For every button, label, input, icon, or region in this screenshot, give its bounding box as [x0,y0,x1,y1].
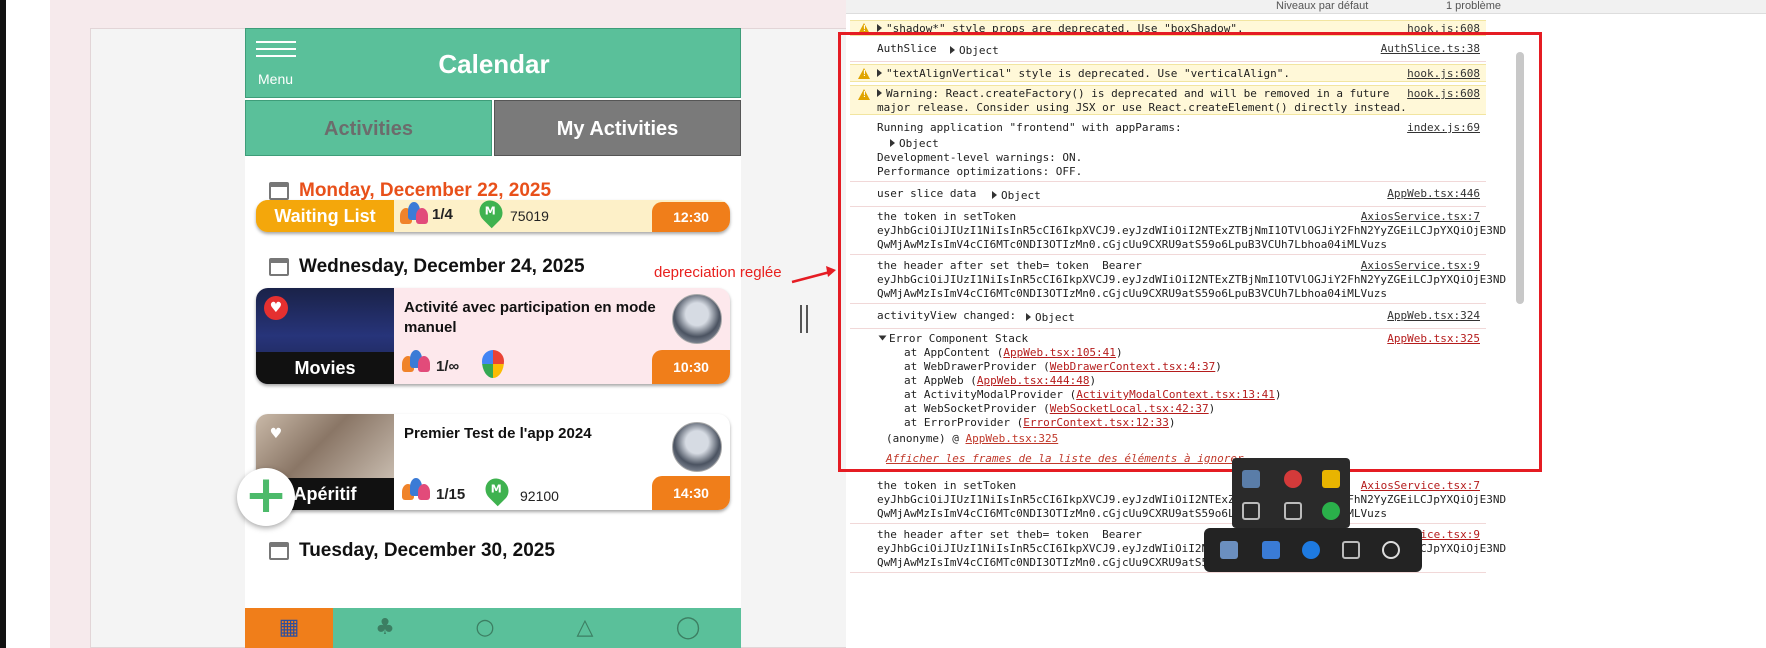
calendar-icon [269,258,289,276]
people-icon [402,478,430,502]
calendar-icon [269,182,289,200]
location-icon: M [474,200,508,229]
category-label: Movies [256,352,394,384]
calendar-icon [269,542,289,560]
annotation-arrow [791,266,836,284]
people-icon [402,350,430,374]
console-log[interactable]: the token in setToken eyJhbGciOiJIUzI1Ni… [850,478,1506,524]
time-badge: 10:30 [652,350,730,384]
sync-icon[interactable] [1284,470,1302,488]
time-badge: 14:30 [652,476,730,510]
date-heading: Monday, December 22, 2025 [299,180,552,201]
google-maps-icon [482,350,504,378]
window-edge [0,0,50,648]
panel-resize-handle[interactable] [800,305,808,333]
heart-icon[interactable]: ♥ [264,296,288,320]
monitor-icon[interactable] [1220,541,1238,559]
app-tray-icon[interactable] [1322,502,1340,520]
nav-notifications[interactable]: △ [535,608,635,648]
security-warning-icon[interactable] [1322,470,1340,488]
category-label: Waiting List [256,200,394,232]
tab-my-activities[interactable]: My Activities [494,100,741,156]
activity-tabs: Activities My Activities [245,100,741,156]
copy-icon[interactable] [1242,502,1260,520]
bottom-navigation: ▦ ♣ ○ △ ◯ [245,608,741,648]
participants-count: 1/∞ [436,358,460,375]
date-heading: Wednesday, December 24, 2025 [299,256,585,277]
annotation-label: depreciation reglée [654,264,782,281]
participants-count: 1/4 [432,206,453,223]
activity-card[interactable]: ♥ Apéritif Premier Test de l'app 2024 1/… [256,414,730,510]
nav-groups[interactable]: ♣ [335,608,435,648]
nav-search[interactable]: ○ [435,608,535,648]
participants-count: 1/15 [436,486,466,503]
activity-title: Premier Test de l'app 2024 [404,425,592,442]
avatar [672,294,722,344]
message-source-link[interactable]: AxiosService.tsx:7 [1361,479,1480,492]
heart-icon[interactable]: ♥ [264,422,288,446]
nav-profile[interactable]: ◯ [635,608,741,648]
bluetooth-icon[interactable] [1302,541,1320,559]
add-activity-button[interactable]: + [237,468,295,526]
postal-code: 75019 [510,208,549,224]
highlight-box [838,32,1542,472]
tray-overflow-popup [1232,458,1350,528]
avatar [672,422,722,472]
expand-triangle-icon[interactable] [877,24,882,32]
activity-feed[interactable]: Monday, December 22, 2025 Waiting List 1… [245,156,741,636]
people-icon [400,202,428,226]
shield-icon[interactable] [1262,541,1280,559]
taskbar [1204,528,1422,572]
display-icon[interactable] [1242,470,1260,488]
screen: Menu Calendar Activities My Activities M… [0,0,1766,648]
activity-card[interactable]: ♥ Movies Activité avec participation en … [256,288,730,384]
activity-title: Activité avec participation en mode manu… [404,299,656,336]
activity-card[interactable]: Waiting List 1/4 M 75019 12:30 [256,200,730,232]
assistant-icon[interactable] [1382,541,1400,559]
tab-activities[interactable]: Activities [245,100,492,156]
time-badge: 12:30 [652,202,730,232]
date-heading: Tuesday, December 30, 2025 [299,540,555,561]
volume-icon[interactable] [1284,502,1302,520]
app-header: Menu Calendar [245,28,741,98]
mobile-app: Menu Calendar Activities My Activities M… [245,28,741,648]
location-icon: M [480,473,514,507]
postal-code: 92100 [520,488,559,504]
page-title: Calendar [438,49,550,79]
console-toolbar: Niveaux par défaut 1 problème [846,0,1766,14]
log-level-filter[interactable]: Niveaux par défaut [1276,0,1368,12]
issues-count[interactable]: 1 problème [1446,0,1501,12]
network-icon[interactable] [1342,541,1360,559]
nav-calendar[interactable]: ▦ [245,608,333,648]
